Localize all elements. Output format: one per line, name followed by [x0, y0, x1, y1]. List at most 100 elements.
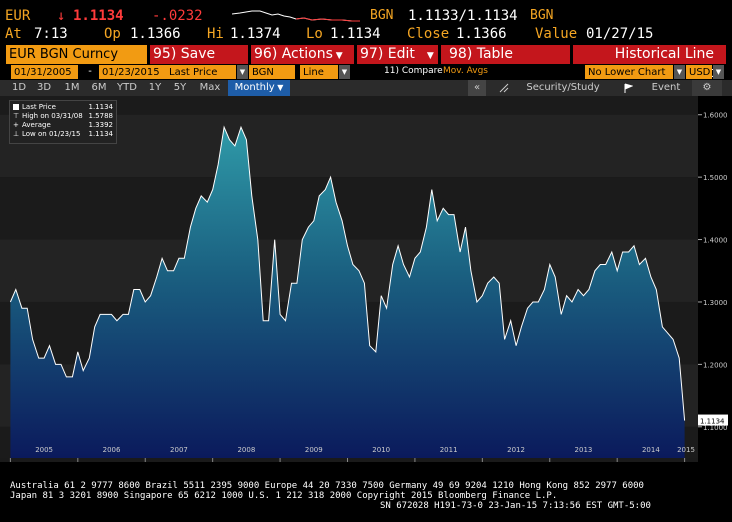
legend-item-low: ⊥ Low on 01/23/15 1.1134: [13, 130, 113, 139]
low-label: Lo: [306, 26, 323, 42]
legend-label: Last Price: [22, 103, 56, 111]
compare-label[interactable]: 11) Compare: [384, 66, 443, 76]
open-value: 1.1366: [130, 26, 181, 42]
sparkline: [232, 10, 360, 22]
period-3d[interactable]: 3D: [33, 80, 55, 96]
y-tick-label: 1.5000: [703, 174, 728, 182]
period-1y[interactable]: 1Y: [145, 80, 165, 96]
x-tick-label: 2007: [170, 446, 188, 454]
edit-menu[interactable]: 97) Edit ▼: [357, 45, 438, 64]
period-6m[interactable]: 6M: [87, 80, 111, 96]
compare-value[interactable]: Mov. Avgs: [443, 66, 488, 76]
period-5y[interactable]: 5Y: [169, 80, 191, 96]
source-label: BGN: [370, 8, 394, 23]
x-tick-label: 2005: [35, 446, 53, 454]
ticker: EUR: [5, 8, 31, 24]
down-arrow-icon: ↓: [57, 8, 66, 24]
chart-legend: Last Price 1.1134 ⊤ High on 03/31/08 1.57…: [9, 100, 117, 144]
actions-menu[interactable]: 96) Actions ▼: [251, 45, 354, 64]
legend-item-average: + Average 1.3392: [13, 121, 113, 130]
period-ytd[interactable]: YTD: [112, 80, 142, 96]
legend-value: 1.1134: [88, 103, 114, 111]
low-value: 1.1134: [330, 26, 381, 42]
source-select[interactable]: BGN: [249, 65, 295, 79]
style-select[interactable]: Line: [300, 65, 338, 79]
y-tick-label: 1.2000: [703, 361, 728, 369]
average-marker-icon: +: [13, 121, 19, 129]
x-tick-label: 2008: [237, 446, 255, 454]
collapse-button[interactable]: «: [468, 80, 486, 96]
event-button[interactable]: Event: [646, 80, 686, 96]
legend-value: 1.3392: [88, 121, 114, 129]
price-chart[interactable]: 1.10001.20001.30001.40001.50001.6000 200…: [0, 96, 732, 466]
y-axis-background: [698, 96, 732, 466]
edit-label: 97) Edit: [360, 46, 415, 62]
triangle-down-icon: ▼: [274, 83, 284, 92]
y-axis: 1.10001.20001.30001.40001.50001.6000: [698, 96, 732, 466]
legend-item-last: Last Price 1.1134: [13, 103, 113, 112]
security-study-button[interactable]: Security/Study: [518, 80, 608, 96]
x-tick-label: 2009: [305, 446, 323, 454]
chevron-down-icon[interactable]: ▼: [339, 65, 350, 79]
low-marker-icon: ⊥: [13, 130, 20, 138]
high-value: 1.1374: [230, 26, 281, 42]
legend-item-high: ⊤ High on 03/31/08 1.5788: [13, 112, 113, 121]
close-label: Close: [407, 26, 450, 42]
last-price-icon: [13, 104, 19, 110]
y-tick-label: 1.4000: [703, 237, 728, 245]
high-marker-icon: ⊤: [13, 112, 20, 120]
actions-label: 96) Actions: [254, 46, 333, 62]
lower-chart-select[interactable]: No Lower Chart: [585, 65, 673, 79]
date-separator: -: [81, 65, 97, 79]
high-label: Hi: [207, 26, 224, 42]
at-time: 7:13: [34, 26, 68, 42]
x-tick-label: 2012: [507, 446, 525, 454]
security-field[interactable]: EUR BGN Curncy: [6, 45, 147, 64]
x-axis-background: [0, 462, 732, 466]
currency-select[interactable]: USD: [686, 65, 712, 79]
start-date-field[interactable]: 01/31/2005: [11, 65, 78, 79]
y-tick-label: 1.3000: [703, 299, 728, 307]
x-tick-label: 2011: [440, 446, 458, 454]
table-button[interactable]: 98) Table: [441, 45, 570, 64]
flag-icon[interactable]: [622, 80, 634, 96]
period-1d[interactable]: 1D: [8, 80, 30, 96]
at-label: At: [5, 26, 22, 42]
legend-value: 1.1134: [88, 130, 114, 138]
value-date: 01/27/15: [586, 26, 654, 42]
frequency-select[interactable]: Monthly ▼: [228, 80, 290, 96]
legend-value: 1.5788: [88, 112, 114, 120]
field-select[interactable]: Last Price: [166, 65, 236, 79]
x-tick-label: 2010: [372, 446, 390, 454]
end-date-field[interactable]: 01/23/2015: [99, 65, 166, 79]
source-label-2: BGN: [530, 8, 554, 23]
period-1m[interactable]: 1M: [60, 80, 84, 96]
chevron-down-icon[interactable]: ▼: [237, 65, 248, 79]
chevron-down-icon: ▼: [332, 51, 343, 61]
parameter-row: 01/31/2005 - 01/23/2015 Last Price ▼ BGN…: [0, 64, 732, 80]
x-tick-label: 2015: [677, 446, 695, 454]
x-tick-label: 2013: [575, 446, 593, 454]
menu-bar: EUR BGN Curncy 95) Save As... 96) Action…: [0, 45, 732, 81]
quote-header: EUR ↓ 1.1134 -.0232 BGN 1.1133/1.1134 BG…: [0, 4, 732, 44]
close-value: 1.1366: [456, 26, 507, 42]
period-toolbar: 1D 3D 1M 6M YTD 1Y 5Y Max Monthly ▼ « Se…: [0, 80, 732, 96]
last-price: 1.1134: [73, 8, 124, 24]
net-change: -.0232: [152, 8, 203, 24]
frequency-label: Monthly: [234, 82, 275, 93]
save-as-button[interactable]: 95) Save As...: [150, 45, 248, 81]
resize-icon[interactable]: [497, 80, 511, 96]
chevron-down-icon[interactable]: ▼: [713, 65, 724, 79]
period-max[interactable]: Max: [195, 80, 225, 96]
chart-title: Historical Line Chart: [573, 45, 726, 81]
bid-ask: 1.1133/1.1134: [408, 8, 518, 24]
gear-icon[interactable]: ⚙: [692, 80, 722, 96]
grid-band: [0, 177, 698, 240]
last-value-label: 1.1134: [698, 414, 728, 426]
chevron-down-icon[interactable]: ▼: [674, 65, 685, 79]
footer-contacts-2: Japan 81 3 3201 8900 Singapore 65 6212 1…: [10, 491, 558, 501]
last-value-text: 1.1134: [700, 418, 725, 426]
footer-session: SN 672028 H191-73-0 23-Jan-15 7:13:56 ES…: [380, 501, 651, 511]
legend-label: Low on 01/23/15: [22, 130, 81, 138]
y-tick-label: 1.6000: [703, 112, 728, 120]
